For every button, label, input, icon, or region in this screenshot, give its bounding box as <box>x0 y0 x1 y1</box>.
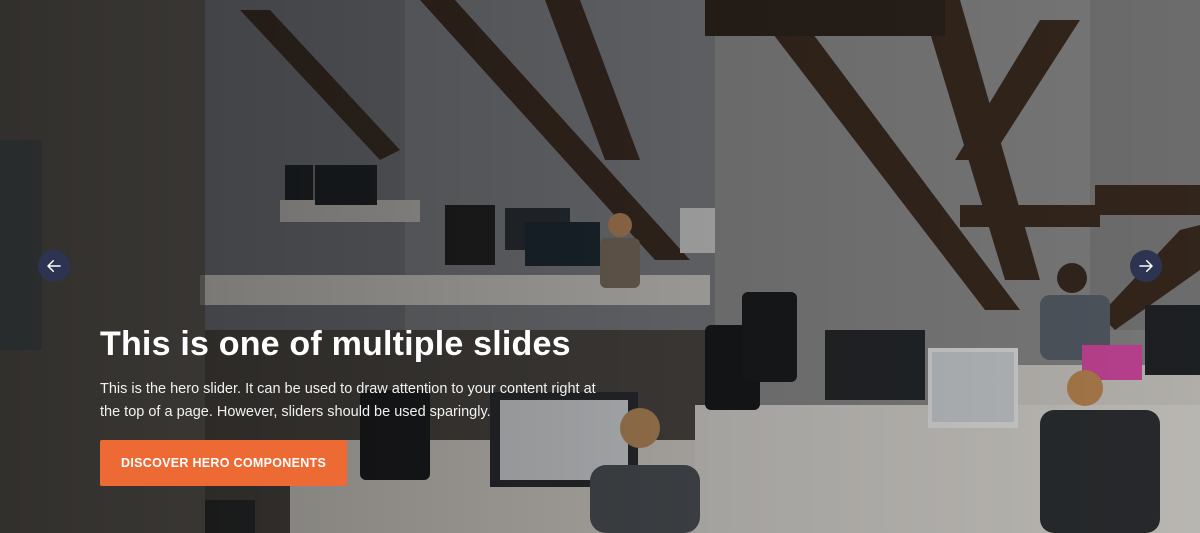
discover-hero-components-button[interactable]: DISCOVER HERO COMPONENTS <box>100 440 348 486</box>
hero-slider: This is one of multiple slides This is t… <box>0 0 1200 533</box>
slide-title: This is one of multiple slides <box>100 325 571 363</box>
next-slide-button[interactable] <box>1130 250 1162 282</box>
arrow-right-icon <box>1139 260 1153 272</box>
slide-content: This is one of multiple slides This is t… <box>100 322 660 486</box>
previous-slide-button[interactable] <box>38 250 70 282</box>
slide-description: This is the hero slider. It can be used … <box>100 381 596 420</box>
arrow-left-icon <box>47 260 61 272</box>
